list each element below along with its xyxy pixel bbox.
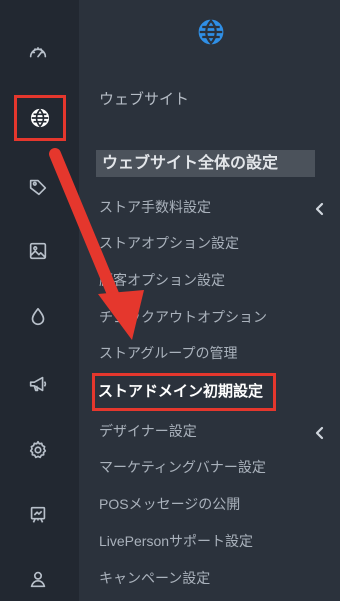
menu-item-campaign-settings[interactable]: キャンペーン設定 (99, 568, 210, 588)
menu-item-pos-message-publish[interactable]: POSメッセージの公開 (99, 494, 240, 514)
globe-icon[interactable] (14, 95, 66, 141)
globe-icon (196, 17, 226, 47)
chevron-left-icon (314, 426, 326, 440)
droplet-icon[interactable] (19, 298, 57, 336)
admin-sidebar-screen: ウェブサイト ウェブサイト全体の設定 ストア手数料設定 ストアオプション設定 顧… (0, 0, 340, 601)
menu-item-marketing-banner-settings[interactable]: マーケティングバナー設定 (99, 457, 266, 477)
presentation-icon[interactable] (19, 496, 57, 534)
user-icon[interactable] (19, 560, 57, 598)
megaphone-icon[interactable] (19, 365, 57, 403)
chevron-left-icon (314, 202, 326, 216)
section-header: ウェブサイト全体の設定 (96, 150, 315, 177)
speedometer-icon[interactable] (19, 33, 57, 71)
menu-item-checkout-options[interactable]: チェックアウトオプション (99, 307, 267, 327)
image-icon[interactable] (19, 232, 57, 270)
settings-icon[interactable] (19, 431, 57, 469)
site-link[interactable]: ウェブサイト (99, 90, 189, 110)
menu-item-store-fee-settings[interactable]: ストア手数料設定 (99, 197, 211, 217)
icon-rail (0, 0, 79, 601)
menu-item-designer-settings[interactable]: デザイナー設定 (99, 421, 197, 441)
menu-item-customer-options-settings[interactable]: 顧客オプション設定 (99, 270, 225, 290)
menu-item-liveperson-support-settings[interactable]: LivePersonサポート設定 (99, 531, 253, 551)
menu-item-store-options-settings[interactable]: ストアオプション設定 (99, 233, 239, 253)
tag-icon[interactable] (19, 168, 57, 206)
menu-item-store-domain-initial-settings[interactable]: ストアドメイン初期設定 (92, 373, 276, 411)
menu-item-store-group-management[interactable]: ストアグループの管理 (99, 343, 237, 363)
